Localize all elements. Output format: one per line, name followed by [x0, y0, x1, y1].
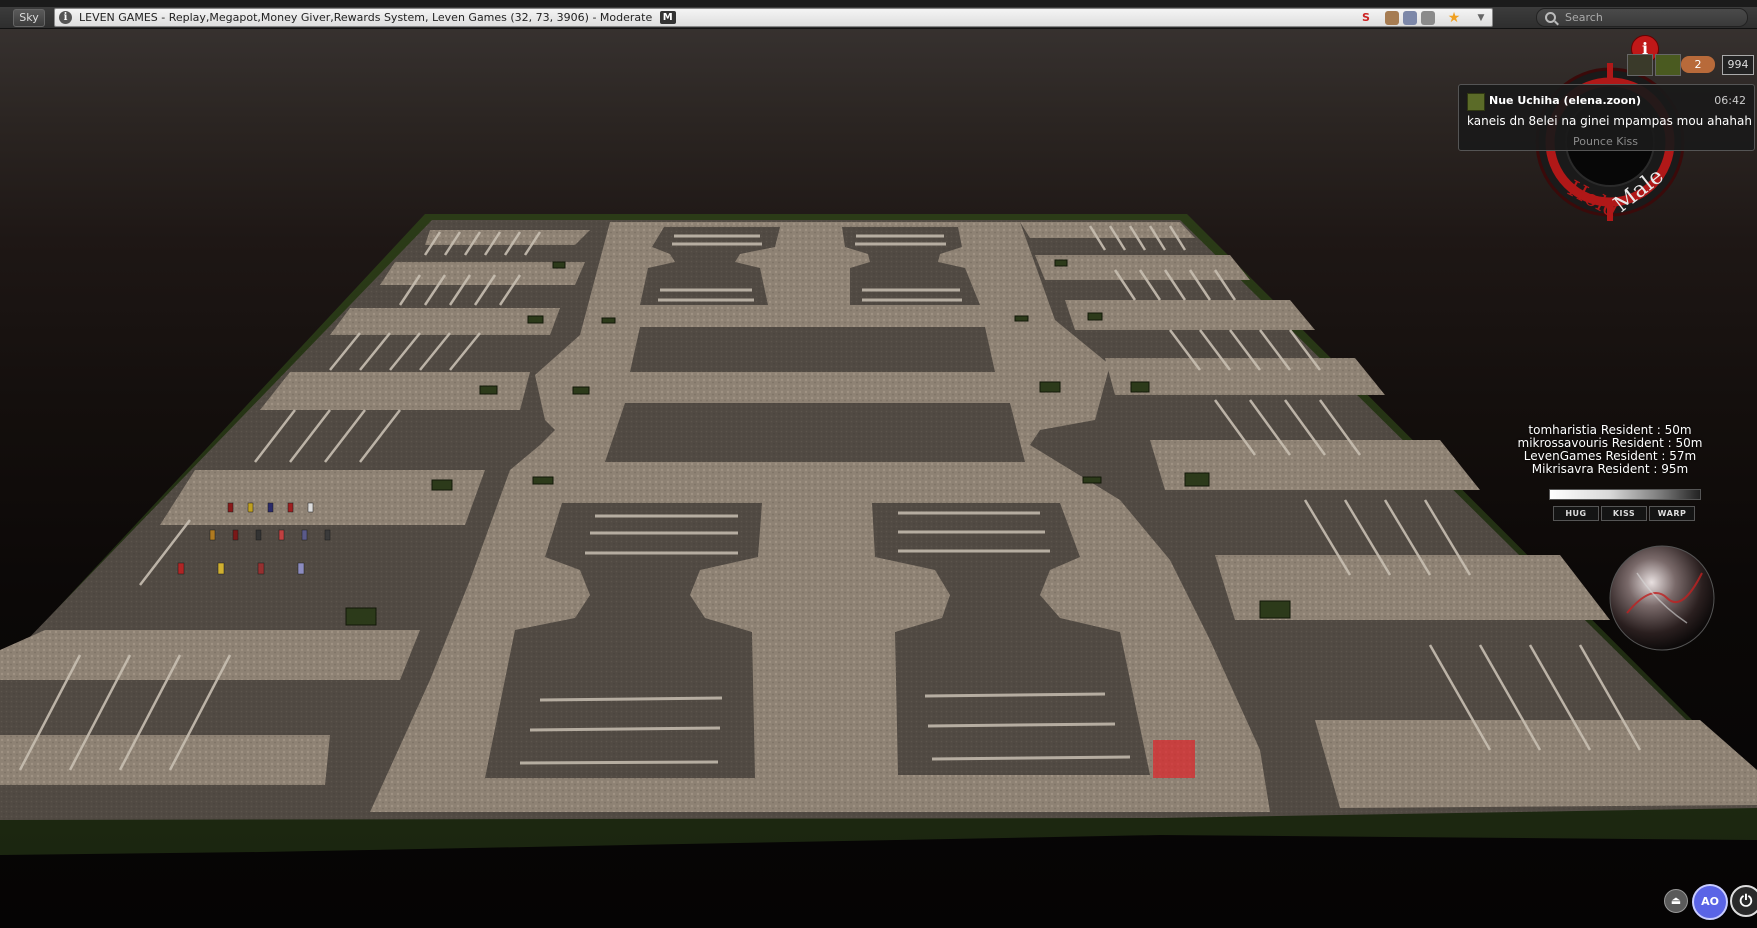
selection-highlight: [1153, 740, 1195, 778]
warp-button[interactable]: WARP: [1649, 506, 1695, 521]
kiss-button[interactable]: KISS: [1601, 506, 1647, 521]
location-name: LEVEN GAMES - Replay,Megapot,Money Giver…: [79, 11, 653, 24]
notification-time: 06:42: [1714, 94, 1746, 107]
radar-entry: Mikrisavra Resident : 95m: [1531, 462, 1689, 476]
left-strip-3: [330, 308, 560, 335]
notification-sender: Nue Uchiha (elena.zoon): [1489, 94, 1641, 107]
inventory-icon[interactable]: [1385, 11, 1399, 25]
hug-button[interactable]: HUG: [1553, 506, 1599, 521]
people-icon[interactable]: [1403, 11, 1417, 25]
right-strip-7: [1315, 720, 1757, 808]
hud-object-icon[interactable]: [1627, 54, 1653, 76]
favorite-star-icon[interactable]: ★: [1447, 11, 1461, 25]
power-icon[interactable]: ⏻: [1730, 885, 1757, 917]
eject-icon[interactable]: ⏏: [1664, 889, 1688, 913]
hud-orb[interactable]: [1607, 543, 1717, 653]
info-icon[interactable]: i: [59, 11, 72, 24]
search-placeholder: Search: [1565, 11, 1603, 24]
location-bar[interactable]: i LEVEN GAMES - Replay,Megapot,Money Giv…: [54, 8, 1493, 27]
pounce-kiss-label: Pounce Kiss: [1573, 135, 1638, 148]
hud-counter[interactable]: 994: [1722, 55, 1754, 75]
avatar: [1467, 93, 1485, 111]
left-strip-5: [160, 470, 485, 525]
center-band-top: [630, 327, 995, 372]
voice-icon[interactable]: [1421, 11, 1435, 25]
location-text: LEVEN GAMES - Replay,Megapot,Money Giver…: [79, 9, 676, 26]
left-strip-7: [0, 735, 330, 785]
radar-list: tomharistia Resident : 50m mikrossavouri…: [1510, 424, 1710, 476]
chevron-down-icon[interactable]: ▼: [1474, 11, 1488, 25]
no-script-icon[interactable]: S: [1359, 11, 1373, 25]
intensity-slider[interactable]: [1549, 489, 1701, 500]
sky-button[interactable]: Sky: [13, 9, 45, 27]
search-icon: [1545, 12, 1556, 23]
left-strip-6: [0, 630, 420, 680]
viewport-3d[interactable]: Sky i LEVEN GAMES - Replay,Megapot,Money…: [0, 0, 1757, 928]
left-strip-1: [425, 230, 590, 245]
hud-gift-icon[interactable]: [1655, 54, 1681, 76]
maturity-badge: M: [659, 11, 676, 24]
search-input[interactable]: Search: [1536, 8, 1748, 27]
ao-button[interactable]: AO: [1692, 884, 1728, 920]
navigation-bar: Sky i LEVEN GAMES - Replay,Megapot,Money…: [0, 7, 1757, 29]
hud-notify-count[interactable]: 2: [1681, 56, 1715, 73]
right-strip-1: [1020, 222, 1195, 238]
center-band-mid: [605, 403, 1025, 462]
notification-message: kaneis dn 8elei na ginei mpampas mou aha…: [1467, 114, 1752, 128]
